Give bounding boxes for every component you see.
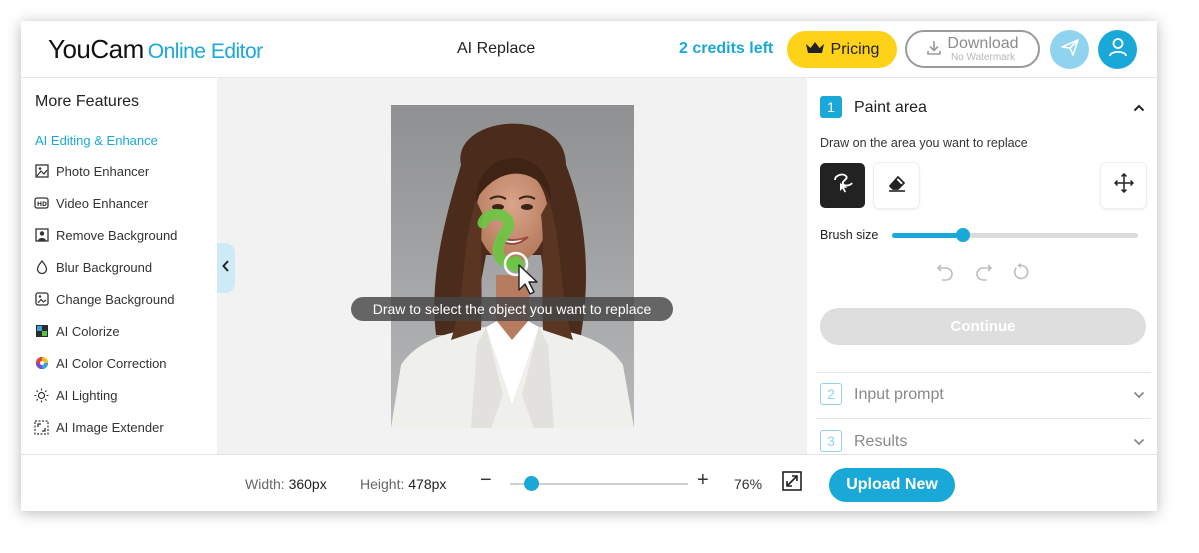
- droplet-icon: [34, 260, 49, 275]
- user-avatar-button[interactable]: [1098, 30, 1137, 69]
- sidebar-item-ai-lighting[interactable]: AI Lighting: [34, 384, 117, 406]
- eraser-tool-button[interactable]: [874, 163, 919, 208]
- photo-enhancer-icon: [34, 164, 49, 179]
- sidebar-item-label: AI Lighting: [56, 387, 118, 403]
- step-3-number: 3: [820, 430, 842, 452]
- color-wheel-icon: [34, 356, 49, 371]
- panel-divider: [816, 418, 1151, 419]
- redo-button[interactable]: [973, 263, 995, 285]
- collapse-sidebar-tab[interactable]: [217, 243, 235, 293]
- chevron-down-icon[interactable]: [1132, 388, 1146, 402]
- sidebar-item-label: AI Colorize: [56, 323, 120, 339]
- download-icon: [926, 40, 942, 59]
- height-label: Height:: [360, 476, 405, 492]
- sidebar-item-label: Photo Enhancer: [56, 163, 150, 179]
- sidebar-item-label: Blur Background: [56, 259, 153, 275]
- bottom-bar: Width: 360px Height: 478px − + 76% Uploa…: [21, 454, 1157, 511]
- download-sublabel: No Watermark: [950, 51, 1016, 63]
- sidebar-item-blur-background[interactable]: Blur Background: [34, 256, 152, 278]
- brush-size-fill: [892, 233, 964, 238]
- redo-icon: [975, 263, 993, 286]
- upload-new-button[interactable]: Upload New: [829, 468, 955, 502]
- pricing-button[interactable]: Pricing: [787, 31, 897, 68]
- instruction-tooltip: Draw to select the object you want to re…: [351, 297, 673, 321]
- download-label: Download: [947, 34, 1019, 52]
- step-2-title[interactable]: Input prompt: [854, 386, 944, 404]
- sidebar-item-change-background[interactable]: Change Background: [34, 288, 175, 310]
- crown-icon: [805, 40, 825, 59]
- svg-text:HD: HD: [37, 201, 47, 208]
- page-title: AI Replace: [457, 40, 536, 57]
- sun-icon: [34, 388, 49, 403]
- colorize-icon: [34, 324, 49, 339]
- pricing-label: Pricing: [830, 40, 880, 58]
- brush-size-label: Brush size: [820, 228, 879, 242]
- image-swap-icon: [34, 292, 49, 307]
- user-icon: [1107, 36, 1129, 63]
- zoom-slider[interactable]: [510, 476, 688, 491]
- sidebar-title: More Features: [35, 93, 140, 110]
- expand-frame-icon: [34, 419, 49, 435]
- step-1-title[interactable]: Paint area: [854, 99, 927, 117]
- continue-button[interactable]: Continue: [820, 308, 1146, 345]
- logo-brand: YouCam: [48, 34, 144, 64]
- app-window: YouCam Online Editor AI Replace 2 credits…: [21, 21, 1157, 511]
- sidebar-item-label: AI Image Extender: [56, 419, 164, 435]
- brush-size-slider[interactable]: [892, 228, 1138, 242]
- undo-button[interactable]: [934, 263, 956, 285]
- zoom-in-button[interactable]: +: [697, 469, 709, 492]
- send-button[interactable]: [1050, 30, 1089, 69]
- width-label: Width:: [245, 476, 285, 492]
- sidebar-item-label: Remove Background: [56, 227, 178, 243]
- undo-icon: [936, 263, 954, 286]
- move-arrows-icon: [1113, 172, 1134, 198]
- sidebar-item-video-enhancer[interactable]: HD Video Enhancer: [34, 192, 148, 214]
- credits-link[interactable]: 2 credits left: [679, 40, 773, 58]
- sidebar-item-label: Change Background: [56, 291, 175, 307]
- sidebar-item-ai-color-correction[interactable]: AI Color Correction: [34, 352, 167, 374]
- step-1-description: Draw on the area you want to replace: [820, 136, 1028, 150]
- width-readout: Width: 360px: [245, 476, 327, 492]
- portrait-photo[interactable]: [391, 105, 634, 428]
- paint-brush-icon: [831, 171, 855, 200]
- logo[interactable]: YouCam Online Editor: [48, 34, 263, 65]
- zoom-value: 76%: [734, 476, 763, 492]
- step-1-number: 1: [820, 96, 842, 118]
- fit-screen-button[interactable]: [781, 471, 802, 496]
- logo-subtitle: Online Editor: [147, 40, 263, 63]
- chevron-left-icon: [222, 259, 230, 277]
- reset-button[interactable]: [1010, 262, 1032, 286]
- step-3-title[interactable]: Results: [854, 433, 907, 451]
- sidebar-item-ai-image-extender[interactable]: AI Image Extender: [34, 416, 164, 438]
- remove-background-icon: [34, 228, 49, 243]
- move-tool-button[interactable]: [1101, 163, 1146, 208]
- sidebar-item-photo-enhancer[interactable]: Photo Enhancer: [34, 160, 149, 182]
- chevron-up-icon[interactable]: [1132, 101, 1146, 115]
- editor-canvas[interactable]: Draw to select the object you want to re…: [217, 78, 807, 454]
- tool-panel: 1 Paint area Draw on the area you want t…: [807, 78, 1157, 454]
- sidebar-item-label: Video Enhancer: [56, 195, 149, 211]
- top-bar: YouCam Online Editor AI Replace 2 credits…: [21, 21, 1157, 78]
- panel-divider: [816, 372, 1151, 373]
- brush-size-handle[interactable]: [956, 228, 971, 242]
- height-value: 478px: [408, 476, 447, 492]
- hd-video-icon: HD: [34, 196, 49, 211]
- brush-tool-button[interactable]: [820, 163, 865, 208]
- height-readout: Height: 478px: [360, 476, 446, 492]
- zoom-out-button[interactable]: −: [480, 469, 492, 492]
- paper-plane-icon: [1060, 37, 1080, 62]
- expand-icon: [781, 471, 802, 496]
- sidebar-item-label: AI Color Correction: [56, 355, 167, 371]
- sidebar-item-ai-colorize[interactable]: AI Colorize: [34, 320, 120, 342]
- width-value: 360px: [288, 476, 327, 492]
- zoom-slider-handle[interactable]: [524, 476, 540, 491]
- chevron-down-icon[interactable]: [1132, 435, 1146, 449]
- sidebar-item-remove-background[interactable]: Remove Background: [34, 224, 177, 246]
- feature-sidebar: More Features AI Editing & Enhance Photo…: [21, 78, 217, 454]
- reset-icon: [1012, 262, 1030, 286]
- download-button[interactable]: Download No Watermark: [905, 30, 1040, 68]
- sidebar-section-title[interactable]: AI Editing & Enhance: [35, 133, 158, 148]
- eraser-icon: [887, 173, 907, 198]
- step-2-number: 2: [820, 383, 842, 405]
